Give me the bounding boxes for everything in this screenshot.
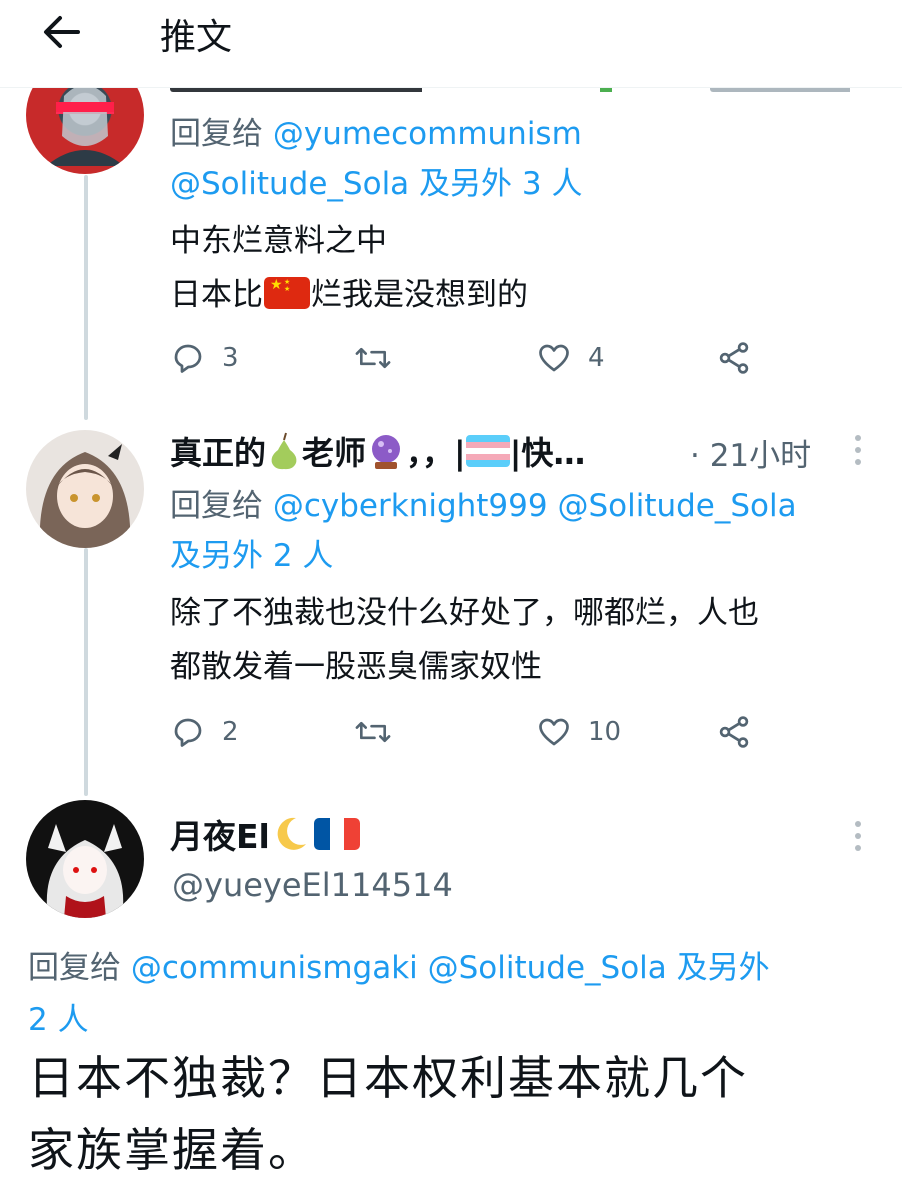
- france-flag-emoji-icon: [313, 818, 360, 850]
- share-icon: [719, 716, 749, 748]
- tweet-text: 除了不独裁也没什么好处了，哪都烂，人也 都散发着一股恶臭儒家奴性: [170, 595, 759, 685]
- display-name[interactable]: 真正的 老师 ，，| |快…: [170, 428, 585, 474]
- reply-count: 2: [222, 717, 239, 747]
- page-title: 推文: [160, 17, 233, 58]
- reply-button[interactable]: 3: [170, 340, 239, 376]
- avatar[interactable]: [26, 430, 144, 548]
- mention-link[interactable]: @Solitude_Sola: [170, 166, 409, 202]
- retweet-icon: [355, 721, 391, 743]
- crystal-ball-emoji-icon: [372, 435, 401, 469]
- reply-to-line: 回复给 @yumecommunism: [170, 116, 582, 152]
- like-count: 4: [588, 343, 605, 373]
- back-arrow-icon[interactable]: [38, 12, 86, 52]
- retweet-icon: [355, 347, 391, 369]
- pear-emoji-icon: [271, 432, 297, 470]
- others-link[interactable]: 及另外: [677, 950, 770, 986]
- display-name[interactable]: 月夜El: [170, 810, 360, 858]
- truncated-name-row: [170, 88, 850, 98]
- retweet-button[interactable]: [354, 340, 392, 376]
- thread-line: [84, 548, 88, 796]
- comment-icon: [174, 344, 202, 373]
- reply-button[interactable]: 2: [170, 714, 239, 750]
- reply-to-line: 回复给 @cyberknight999 @Solitude_Sola: [170, 488, 797, 524]
- tweet-actions: 2 10: [170, 714, 770, 754]
- heart-icon: [539, 344, 569, 372]
- others-link[interactable]: 及另外 3 人: [419, 166, 582, 202]
- share-button[interactable]: [716, 714, 752, 750]
- tweet-text: 中东烂意料之中 日本比烂我是没想到的: [170, 214, 528, 322]
- top-bar: 推文: [0, 0, 902, 88]
- more-options-icon[interactable]: [846, 818, 870, 854]
- trans-flag-emoji-icon: [465, 435, 510, 467]
- like-button[interactable]: 4: [536, 340, 605, 376]
- china-flag-emoji: [264, 277, 310, 309]
- like-count: 10: [588, 717, 622, 747]
- mention-link[interactable]: @yumecommunism: [273, 116, 582, 152]
- reply-to-line: 回复给 @communismgaki @Solitude_Sola 及另外 2 …: [28, 950, 770, 1038]
- others-link[interactable]: 2 人: [28, 1002, 89, 1038]
- mention-link[interactable]: @cyberknight999 @Solitude_Sola: [273, 488, 797, 524]
- tweet-time[interactable]: · 21小时: [690, 430, 811, 475]
- avatar[interactable]: [26, 800, 144, 918]
- share-button[interactable]: [716, 340, 752, 376]
- reply-to-line: @Solitude_Sola 及另外 3 人: [170, 158, 582, 210]
- others-link[interactable]: 及另外 2 人: [170, 538, 333, 574]
- reply-count: 3: [222, 343, 239, 373]
- main-tweet-text: 日本不独裁？日本权利基本就几个 家族掌握着。: [28, 1051, 748, 1177]
- reply-to-line: 及另外 2 人: [170, 530, 333, 582]
- retweet-button[interactable]: [354, 714, 392, 750]
- tweet-actions: 3 4: [170, 340, 770, 380]
- crescent-moon-emoji-icon: [277, 817, 306, 850]
- share-icon: [719, 342, 749, 374]
- comment-icon: [174, 718, 202, 747]
- more-options-icon[interactable]: [846, 432, 870, 468]
- heart-icon: [539, 718, 569, 746]
- thread-line: [84, 175, 88, 420]
- like-button[interactable]: 10: [536, 714, 621, 750]
- user-handle[interactable]: @yueyeEl114514: [172, 866, 453, 904]
- mention-link[interactable]: @communismgaki @Solitude_Sola: [131, 950, 667, 986]
